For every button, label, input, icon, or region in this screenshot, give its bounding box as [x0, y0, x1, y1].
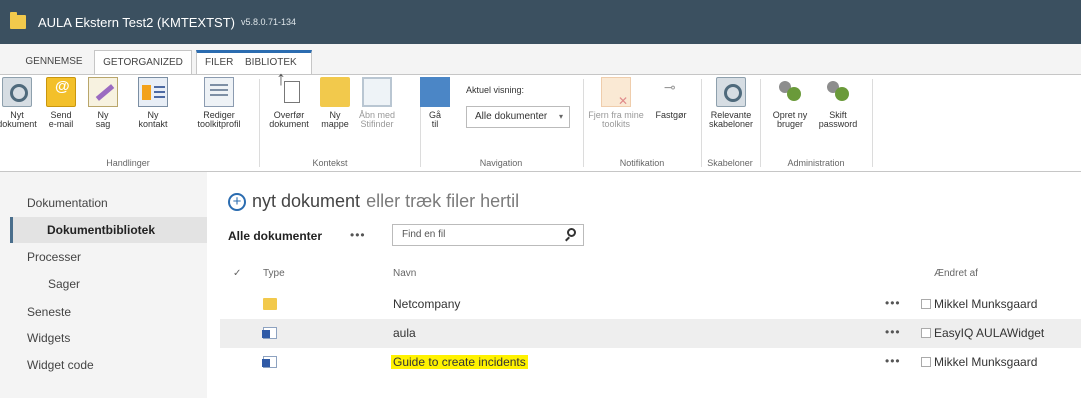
- column-header-modified-by[interactable]: Ændret af: [934, 268, 978, 279]
- row-modified-by: EasyIQ AULAWidget: [934, 326, 1045, 340]
- row-checkbox[interactable]: [921, 328, 931, 338]
- divider: [872, 79, 873, 167]
- relevant-templates-button[interactable]: Relevante skabeloner: [704, 77, 758, 129]
- remove-icon: [601, 77, 631, 107]
- nav-widgets[interactable]: Widgets: [27, 331, 70, 345]
- tab-gennemse[interactable]: GENNEMSE: [16, 50, 92, 74]
- row-more-button[interactable]: •••: [885, 325, 901, 339]
- row-modified-by: Mikkel Munksgaard: [934, 297, 1038, 311]
- new-folder-button[interactable]: Ny mappe: [312, 77, 358, 129]
- title-bar: AULA Ekstern Test2 (KMTEXTST) v5.8.0.71-…: [0, 0, 1081, 44]
- row-name[interactable]: Netcompany: [393, 297, 460, 311]
- contact-icon: [138, 77, 168, 107]
- case-icon: [88, 77, 118, 107]
- left-navigation: Dokumentation Dokumentbibliotek Processe…: [0, 172, 207, 398]
- new-document-icon: [2, 77, 32, 107]
- toolkit-icon: [204, 77, 234, 107]
- create-user-button[interactable]: Opret ny bruger: [767, 77, 813, 129]
- row-more-button[interactable]: •••: [885, 354, 901, 368]
- row-name[interactable]: aula: [393, 326, 416, 340]
- email-icon: [46, 77, 76, 107]
- group-label-administration: Administration: [787, 158, 845, 168]
- group-notifikation: Fjern fra mine toolkits Fastgør Notifika…: [584, 75, 700, 171]
- row-modified-by: Mikkel Munksgaard: [934, 355, 1038, 369]
- upload-document-icon: [274, 75, 304, 107]
- site-title[interactable]: AULA Ekstern Test2 (KMTEXTST): [38, 15, 235, 30]
- select-all-checkmark[interactable]: ✓: [233, 268, 241, 279]
- nav-widget-code[interactable]: Widget code: [27, 358, 94, 372]
- tab-getorganized[interactable]: GETORGANIZED: [94, 50, 192, 74]
- view-name[interactable]: Alle dokumenter: [228, 229, 322, 243]
- remove-from-toolkits-button[interactable]: Fjern fra mine toolkits: [586, 77, 646, 129]
- plus-circle-icon: +: [228, 192, 246, 211]
- group-kontekst: Overfør dokument Ny mappe Åbn med Stifin…: [260, 75, 400, 171]
- group-label-kontekst: Kontekst: [312, 158, 348, 168]
- group-handlinger: Nyt dokument Send e-mail Ny sag Ny konta…: [0, 75, 256, 171]
- templates-icon: [716, 77, 746, 107]
- goto-button[interactable]: Gå til: [415, 77, 455, 129]
- table-row[interactable]: Netcompany ••• Mikkel Munksgaard: [220, 290, 1081, 319]
- group-label-navigation: Navigation: [479, 158, 523, 168]
- word-document-icon: [262, 327, 277, 339]
- group-label-skabeloner: Skabeloner: [707, 158, 753, 168]
- row-checkbox[interactable]: [921, 299, 931, 309]
- tab-bibliotek[interactable]: BIBLIOTEK: [245, 53, 297, 73]
- column-header-type[interactable]: Type: [263, 268, 285, 279]
- chevron-down-icon: ▾: [558, 112, 563, 121]
- folder-icon: [10, 12, 26, 29]
- edit-toolkit-profile-button[interactable]: Rediger toolkitprofil: [184, 77, 254, 129]
- new-contact-button[interactable]: Ny kontakt: [130, 77, 176, 129]
- users-icon: [823, 77, 853, 107]
- search-input[interactable]: Find en fil: [392, 224, 584, 246]
- change-password-button[interactable]: Skift password: [815, 77, 861, 129]
- table-row[interactable]: Guide to create incidents ••• Mikkel Mun…: [220, 348, 1081, 377]
- row-checkbox[interactable]: [921, 357, 931, 367]
- nav-dokumentbibliotek[interactable]: Dokumentbibliotek: [10, 217, 207, 243]
- nav-sager[interactable]: Sager: [48, 277, 80, 291]
- row-name[interactable]: Guide to create incidents: [391, 355, 528, 369]
- group-administration: Opret ny bruger Skift password Administr…: [761, 75, 871, 171]
- nav-dokumentation[interactable]: Dokumentation: [27, 196, 108, 210]
- current-view-select[interactable]: Alle dokumenter ▾: [466, 106, 570, 128]
- current-view-value: Alle dokumenter: [475, 111, 548, 122]
- nav-seneste[interactable]: Seneste: [27, 305, 71, 319]
- nav-processer[interactable]: Processer: [27, 250, 81, 264]
- new-document-button[interactable]: Nyt dokument: [0, 77, 40, 129]
- current-view-label: Aktuel visning:: [466, 85, 525, 95]
- tab-filer[interactable]: FILER: [205, 53, 233, 73]
- group-label-handlinger: Handlinger: [106, 158, 150, 168]
- view-more-button[interactable]: •••: [350, 228, 366, 242]
- folder-icon: [320, 77, 350, 107]
- group-label-notifikation: Notifikation: [619, 158, 665, 168]
- ribbon-tabs: GENNEMSE GETORGANIZED FILER BIBLIOTEK: [0, 44, 1081, 74]
- folder-icon: [263, 298, 277, 310]
- word-document-icon: [262, 356, 277, 368]
- goto-icon: [420, 77, 450, 107]
- table-row[interactable]: aula ••• EasyIQ AULAWidget: [220, 319, 1081, 348]
- transfer-document-button[interactable]: Overfør dokument: [266, 75, 312, 129]
- explorer-icon: [362, 77, 392, 107]
- search-icon[interactable]: [567, 228, 576, 237]
- pin-button[interactable]: Fastgør: [650, 77, 692, 120]
- new-case-button[interactable]: Ny sag: [80, 77, 126, 129]
- tab-group-library: FILER BIBLIOTEK: [196, 50, 312, 74]
- open-with-explorer-button[interactable]: Åbn med Stifinder: [354, 77, 400, 129]
- group-skabeloner: Relevante skabeloner Skabeloner: [702, 75, 758, 171]
- pin-icon: [656, 77, 686, 107]
- row-more-button[interactable]: •••: [885, 296, 901, 310]
- version-label: v5.8.0.71-134: [240, 17, 297, 27]
- new-document-link[interactable]: + nyt dokument eller træk filer hertil: [228, 191, 519, 212]
- column-header-name[interactable]: Navn: [393, 268, 416, 279]
- users-icon: [775, 77, 805, 107]
- send-email-button[interactable]: Send e-mail: [38, 77, 84, 129]
